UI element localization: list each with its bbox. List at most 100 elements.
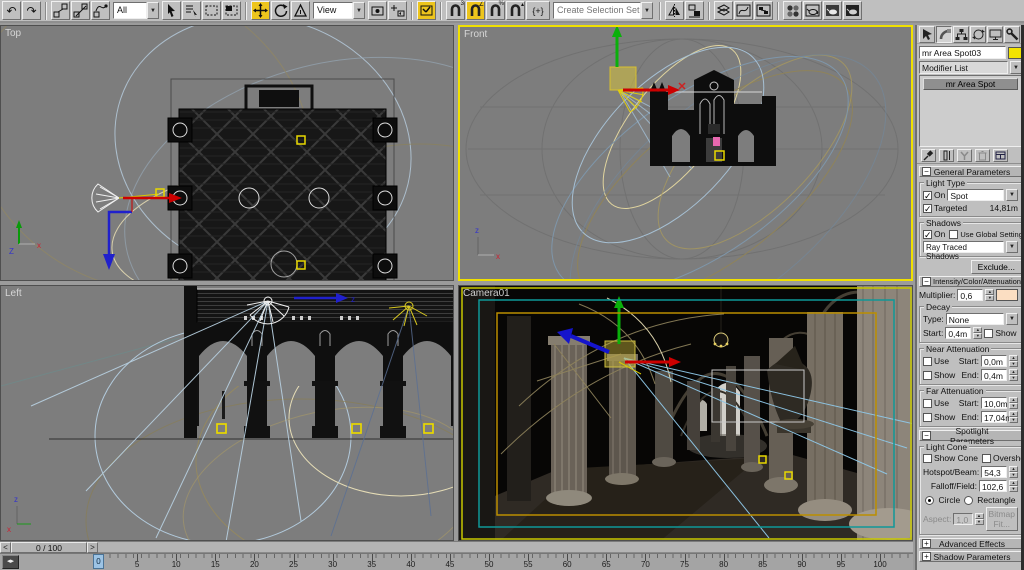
viewport-left[interactable]: Left z z x bbox=[0, 285, 454, 541]
tab-create[interactable] bbox=[919, 26, 935, 43]
time-slider-grip[interactable]: 0 / 100 bbox=[11, 542, 87, 553]
material-editor-button[interactable] bbox=[783, 1, 802, 20]
rollout-shadow-parameters[interactable]: + Shadow Parameters bbox=[919, 551, 1022, 562]
chevron-down-icon[interactable]: ▼ bbox=[147, 2, 159, 19]
selection-filter-dropdown[interactable]: All ▼ bbox=[113, 2, 159, 19]
select-and-move-button[interactable] bbox=[251, 1, 270, 20]
spinner[interactable] bbox=[1009, 480, 1018, 492]
select-and-manipulate-button[interactable] bbox=[388, 1, 407, 20]
curve-editor-button[interactable] bbox=[734, 1, 753, 20]
rendered-frame-button[interactable] bbox=[823, 1, 842, 20]
far-end-field[interactable]: 17,04m bbox=[981, 411, 1012, 423]
undo-button[interactable]: ↶ bbox=[2, 1, 21, 20]
next-frame-button[interactable]: > bbox=[87, 542, 98, 553]
rollout-general-parameters[interactable]: − General Parameters bbox=[919, 166, 1022, 177]
select-object-button[interactable] bbox=[162, 1, 181, 20]
rect-selection-region-button[interactable] bbox=[202, 1, 221, 20]
select-and-link-button[interactable] bbox=[51, 1, 70, 20]
object-name-field[interactable]: mr Area Spot03 bbox=[919, 46, 1006, 59]
edit-named-selections-button[interactable]: {+} bbox=[526, 1, 550, 20]
spinner[interactable] bbox=[1009, 466, 1018, 478]
modifier-list-dropdown[interactable]: Modifier List bbox=[919, 61, 1008, 74]
chevron-down-icon[interactable]: ▼ bbox=[641, 2, 653, 19]
hotspot-field[interactable]: 54,3 bbox=[981, 466, 1007, 478]
spinner-snap-button[interactable]: ▴ bbox=[506, 1, 525, 20]
tab-hierarchy[interactable] bbox=[953, 26, 969, 43]
reference-coordinate-dropdown[interactable]: View ▼ bbox=[313, 2, 365, 19]
show-end-result-button[interactable] bbox=[939, 149, 954, 162]
chevron-down-icon[interactable]: ▼ bbox=[353, 2, 365, 19]
decay-show-checkbox[interactable] bbox=[984, 328, 994, 338]
snap-toggle-button[interactable]: 3 bbox=[446, 1, 465, 20]
viewport-top[interactable]: Top x Z bbox=[0, 25, 454, 281]
pin-stack-button[interactable] bbox=[921, 149, 936, 162]
light-on-checkbox[interactable]: ✓ bbox=[923, 190, 932, 200]
far-use-checkbox[interactable] bbox=[923, 398, 932, 408]
aspect-field[interactable]: 1,0 bbox=[953, 513, 973, 525]
light-type-dropdown[interactable]: Spot bbox=[947, 189, 1004, 201]
exclude-button[interactable]: Exclude... bbox=[970, 260, 1022, 274]
near-end-field[interactable]: 0,4m bbox=[981, 369, 1007, 381]
rollout-advanced-effects[interactable]: + Advanced Effects bbox=[919, 538, 1022, 549]
far-start-field[interactable]: 10,0m bbox=[981, 397, 1008, 409]
show-cone-checkbox[interactable] bbox=[923, 453, 932, 463]
angle-snap-button[interactable]: ∠ bbox=[466, 1, 485, 20]
tab-display[interactable] bbox=[987, 26, 1003, 43]
mirror-button[interactable] bbox=[665, 1, 684, 20]
chevron-down-icon[interactable]: ▼ bbox=[1006, 189, 1018, 201]
redo-button[interactable]: ↷ bbox=[22, 1, 41, 20]
align-button[interactable] bbox=[685, 1, 704, 20]
near-show-checkbox[interactable] bbox=[923, 370, 932, 380]
overshoot-checkbox[interactable] bbox=[981, 453, 991, 463]
chevron-down-icon[interactable]: ▼ bbox=[1006, 313, 1018, 325]
far-show-checkbox[interactable] bbox=[923, 412, 932, 422]
schematic-view-button[interactable] bbox=[754, 1, 773, 20]
bind-to-spacewarp-button[interactable] bbox=[91, 1, 110, 20]
spinner[interactable] bbox=[974, 513, 984, 525]
spinner[interactable] bbox=[985, 289, 995, 301]
quick-render-button[interactable] bbox=[843, 1, 862, 20]
window-crossing-button[interactable] bbox=[222, 1, 241, 20]
near-start-field[interactable]: 0,0m bbox=[981, 355, 1007, 367]
shadow-type-dropdown[interactable]: Ray Traced Shadows bbox=[923, 241, 1004, 261]
multiplier-field[interactable]: 0,6 bbox=[957, 289, 984, 301]
named-selection-set-dropdown[interactable]: Create Selection Set ▼ bbox=[553, 2, 653, 19]
time-slider-track[interactable] bbox=[98, 542, 913, 553]
viewport-camera[interactable]: Camera01 bbox=[458, 285, 913, 541]
shadows-on-checkbox[interactable]: ✓ bbox=[923, 229, 932, 239]
configure-modifier-sets-button[interactable] bbox=[993, 149, 1008, 162]
remove-modifier-button[interactable] bbox=[975, 149, 990, 162]
spinner[interactable] bbox=[1009, 411, 1018, 423]
decay-type-dropdown[interactable]: None bbox=[945, 313, 1004, 325]
rollout-intensity[interactable]: − Intensity/Color/Attenuation bbox=[919, 276, 1022, 287]
unlink-button[interactable] bbox=[71, 1, 90, 20]
bitmap-fit-button[interactable]: Bitmap Fit... bbox=[985, 507, 1018, 531]
spinner[interactable] bbox=[1009, 369, 1018, 381]
viewport-front[interactable]: Front z x bbox=[458, 25, 913, 281]
select-and-rotate-button[interactable] bbox=[271, 1, 290, 20]
use-pivot-center-button[interactable] bbox=[368, 1, 387, 20]
falloff-field[interactable]: 102,6 bbox=[979, 480, 1007, 492]
render-setup-button[interactable] bbox=[803, 1, 822, 20]
make-unique-button[interactable] bbox=[957, 149, 972, 162]
light-color-swatch[interactable] bbox=[996, 289, 1019, 301]
spinner[interactable] bbox=[973, 327, 983, 339]
rollout-spotlight-parameters[interactable]: − Spotlight Parameters bbox=[919, 426, 1022, 446]
use-global-checkbox[interactable] bbox=[949, 229, 959, 239]
spinner[interactable] bbox=[1009, 397, 1018, 409]
rectangle-radio[interactable] bbox=[964, 495, 974, 505]
keyboard-override-button[interactable] bbox=[417, 1, 436, 20]
modifier-stack-item[interactable]: mr Area Spot bbox=[923, 78, 1018, 90]
mini-curve-editor-button[interactable]: ◂▸ bbox=[2, 555, 19, 569]
tab-utilities[interactable] bbox=[1004, 26, 1020, 43]
targeted-checkbox[interactable]: ✓ bbox=[923, 203, 932, 213]
modifier-stack[interactable]: mr Area Spot bbox=[919, 75, 1022, 147]
near-use-checkbox[interactable] bbox=[923, 356, 932, 366]
current-frame-marker[interactable]: 0 bbox=[93, 554, 104, 569]
previous-frame-button[interactable]: < bbox=[0, 542, 11, 553]
circle-radio[interactable] bbox=[925, 495, 935, 505]
select-by-name-button[interactable] bbox=[182, 1, 201, 20]
tab-modify[interactable] bbox=[936, 26, 952, 43]
spinner[interactable] bbox=[1009, 355, 1018, 367]
percent-snap-button[interactable]: % bbox=[486, 1, 505, 20]
